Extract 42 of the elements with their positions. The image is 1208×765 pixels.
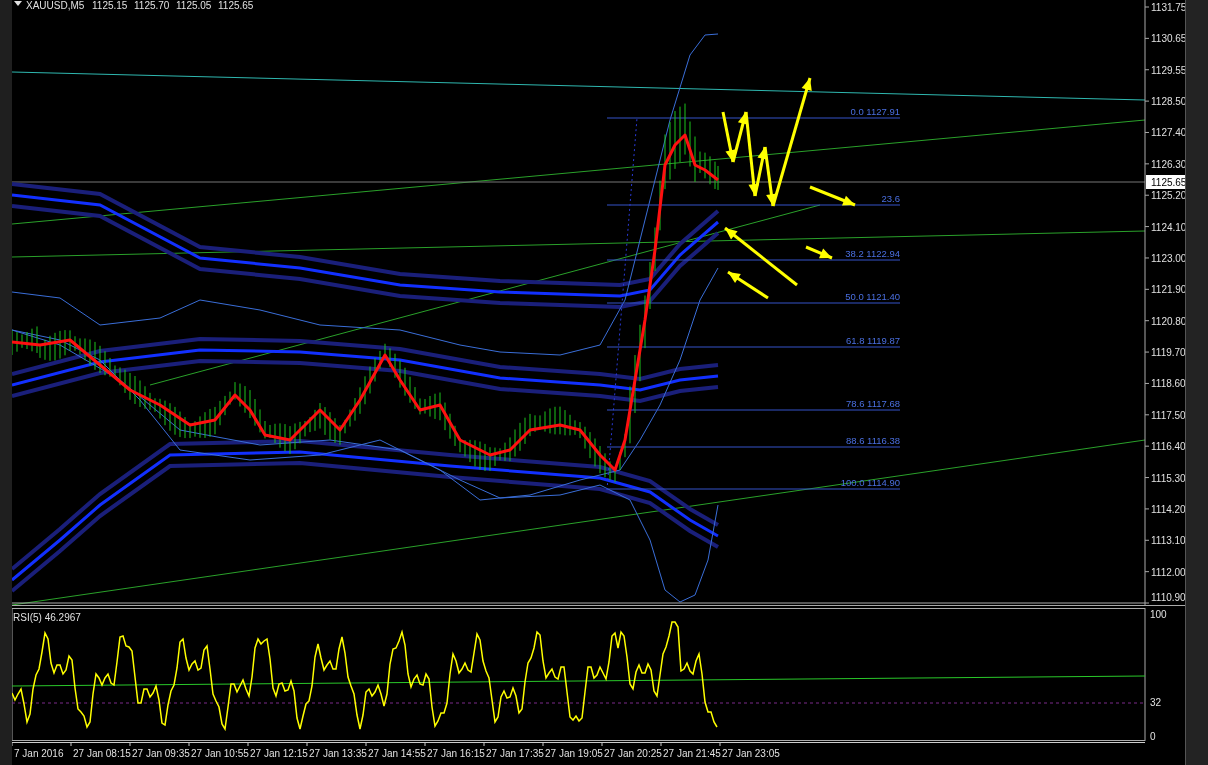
time-axis-label: 27 Jan 17:35	[486, 748, 544, 759]
rsi-axis-label: 100	[1150, 609, 1167, 620]
price-quote: 1125.15	[92, 0, 128, 11]
fibonacci-level-label: 100.0 1114.90	[840, 477, 900, 488]
rsi-label: RSI(5) 46.2967	[13, 612, 81, 623]
time-axis-label: 27 Jan 23:05	[722, 748, 780, 759]
fibonacci-level-label: 0.0 1127.91	[850, 106, 900, 117]
time-axis-label: 27 Jan 19:05	[545, 748, 603, 759]
price-axis-label: 1118.60	[1151, 378, 1185, 390]
fibonacci-level-label: 88.6 1116.38	[845, 435, 900, 446]
fibonacci-level-label: 50.0 1121.40	[845, 291, 900, 302]
price-quote: 1125.70	[134, 0, 170, 11]
fibonacci-level-label: 61.8 1119.87	[845, 335, 900, 346]
price-axis-label: 1110.90	[1151, 592, 1185, 603]
price-axis-label: 1116.40	[1151, 441, 1185, 453]
chart-symbol: XAUUSD,M5	[26, 0, 85, 11]
time-axis-label: 27 Jan 13:35	[309, 748, 367, 759]
price-axis-label: 1112.00	[1151, 566, 1185, 578]
time-axis-label: 27 Jan 20:25	[604, 748, 662, 759]
time-axis-label: 27 Jan 12:15	[250, 748, 308, 759]
arrow-annotation	[721, 111, 736, 163]
fibonacci-level-label: 38.2 1122.94	[845, 248, 900, 259]
price-axis-label: 1113.10	[1151, 535, 1185, 547]
rsi-axis-label: 32	[1150, 697, 1162, 708]
dropdown-triangle-icon[interactable]	[14, 1, 22, 6]
price-quote: 1125.65	[218, 0, 254, 11]
price-axis-label: 1119.70	[1151, 347, 1185, 359]
price-quote: 1125.05	[176, 0, 212, 11]
time-axis-label: 27 Jan 08:15	[73, 748, 131, 759]
price-axis-label: 1115.30	[1151, 472, 1185, 484]
time-axis-label: 27 Jan 14:55	[368, 748, 426, 759]
fibonacci-level-label: 23.6	[881, 193, 900, 204]
time-axis-label: 27 Jan 09:35	[132, 748, 190, 759]
price-axis-label: 1114.20	[1151, 503, 1185, 515]
price-axis-label: 1117.50	[1151, 409, 1185, 421]
fibonacci-level-label: 78.6 1117.68	[845, 398, 900, 409]
rsi-axis-label: 0	[1150, 731, 1156, 742]
time-axis-label: 27 Jan 10:55	[191, 748, 249, 759]
time-axis-label: 7 Jan 2016	[14, 748, 64, 759]
arrow-annotation	[805, 245, 833, 260]
time-axis-label: 27 Jan 16:15	[427, 748, 485, 759]
time-axis-label: 27 Jan 21:45	[663, 748, 721, 759]
